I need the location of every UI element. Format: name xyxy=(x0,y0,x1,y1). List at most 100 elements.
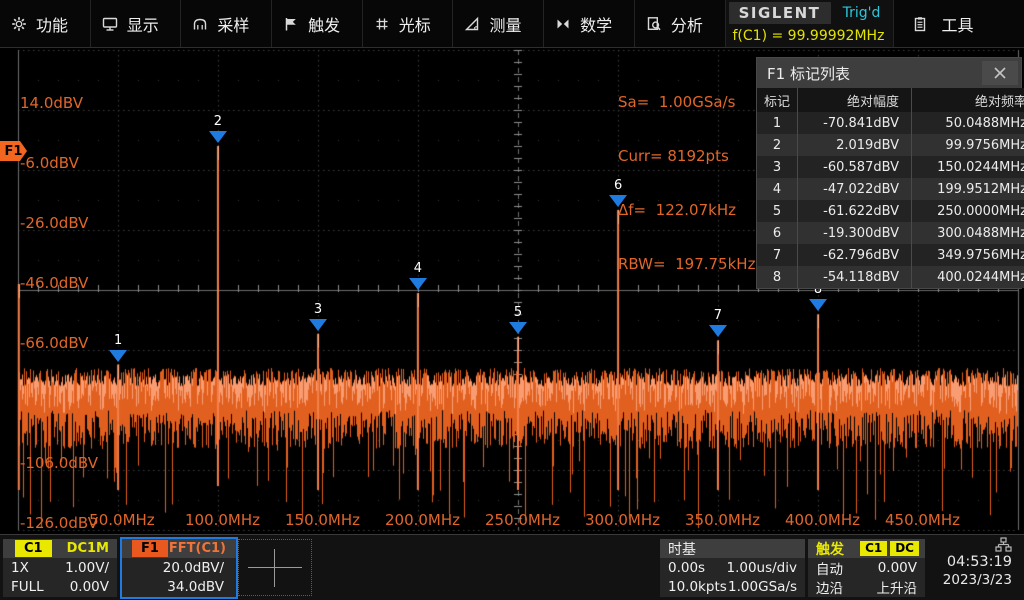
cursor-icon xyxy=(374,16,390,32)
menu-item-label: 光标 xyxy=(399,12,431,36)
menu-item-display[interactable]: 显示 xyxy=(91,0,182,47)
siglent-logo: SIGLENT xyxy=(729,2,831,24)
tools-icon xyxy=(912,16,928,32)
f1-badge: F1 xyxy=(132,540,168,557)
menu-item-trigger[interactable]: 触发 xyxy=(272,0,363,47)
marker-amplitude-cell: -62.796dBV xyxy=(798,244,912,266)
timebase-points: 10.0kpts xyxy=(668,579,727,595)
marker-number-cell: 6 xyxy=(757,222,798,244)
add-trace-panel[interactable] xyxy=(238,539,312,596)
marker-number-cell: 7 xyxy=(757,244,798,266)
acquisition-info-panel: Sa= 1.00GSa/s Curr= 8192pts Δf= 122.07kH… xyxy=(618,57,755,309)
marker-amplitude-cell: -19.300dBV xyxy=(798,222,912,244)
marker-table-row[interactable]: 1-70.841dBV50.0488MHz xyxy=(757,112,1024,134)
marker-frequency-cell: 50.0488MHz xyxy=(912,112,1024,134)
c1-coupling: DC1M xyxy=(67,541,109,556)
clock-panel[interactable]: 04:53:19 2023/3/23 xyxy=(928,537,1020,599)
marker-number: 2 xyxy=(206,114,230,129)
marker-arrow-icon xyxy=(609,195,627,207)
clock-date: 2023/3/23 xyxy=(943,572,1012,588)
marker-table-row[interactable]: 5-61.622dBV250.0000MHz xyxy=(757,200,1024,222)
marker-table-row[interactable]: 7-62.796dBV349.9756MHz xyxy=(757,244,1024,266)
sampling-icon xyxy=(192,16,208,32)
marker-number: 7 xyxy=(706,308,730,323)
menu-item-analysis[interactable]: 分析 xyxy=(635,0,726,47)
marker-arrow-icon xyxy=(809,299,827,311)
marker-number: 4 xyxy=(406,261,430,276)
marker-table-header-marker: 标记 xyxy=(757,88,798,112)
menu-item-cursor[interactable]: 光标 xyxy=(363,0,454,47)
menu-item-acquire[interactable]: 采样 xyxy=(181,0,272,47)
menu-item-label: 分析 xyxy=(671,12,703,36)
menu-item-label: 工具 xyxy=(942,12,974,36)
marker-number-cell: 3 xyxy=(757,156,798,178)
marker-number: 3 xyxy=(306,302,330,317)
marker-number-cell: 1 xyxy=(757,112,798,134)
f1-function: FFT(C1) xyxy=(169,541,226,556)
c1-badge: C1 xyxy=(15,540,52,557)
marker-number-cell: 5 xyxy=(757,200,798,222)
marker-table-row[interactable]: 3-60.587dBV150.0244MHz xyxy=(757,156,1024,178)
marker-arrow-icon xyxy=(309,319,327,331)
delta-f-readout: Δf= 122.07kHz xyxy=(618,201,755,219)
marker-amplitude-cell: -60.587dBV xyxy=(798,156,912,178)
marker-arrow-icon xyxy=(709,325,727,337)
rbw-readout: RBW= 197.75kHz xyxy=(618,255,755,273)
gear-icon xyxy=(11,16,27,32)
trigger-mode: 自动 xyxy=(816,558,843,578)
menu-item-tools[interactable]: 工具 xyxy=(894,0,1024,47)
frequency-readout: f(C1) = 99.99992MHz xyxy=(726,25,893,46)
marker-arrow-icon xyxy=(509,322,527,334)
timebase-title: 时基 xyxy=(668,539,696,559)
menu-item-label: 测量 xyxy=(489,12,521,36)
marker-table-row[interactable]: 22.019dBV99.9756MHz xyxy=(757,134,1024,156)
marker-amplitude-cell: 2.019dBV xyxy=(798,134,912,156)
marker-table-header-frequency: 绝对频率 xyxy=(912,88,1024,112)
trigger-type: 边沿 xyxy=(816,577,843,597)
marker-arrow-icon xyxy=(409,278,427,290)
marker-number: 5 xyxy=(506,305,530,320)
channel-c1-panel[interactable]: C1 DC1M 1X 1.00V/ FULL 0.00V xyxy=(3,539,117,597)
marker-frequency-cell: 99.9756MHz xyxy=(912,134,1024,156)
menu-item-label: 采样 xyxy=(217,12,249,36)
network-icon xyxy=(995,537,1012,552)
add-trace-icon xyxy=(248,549,302,587)
c1-bandwidth: FULL xyxy=(11,579,44,595)
status-bar: C1 DC1M 1X 1.00V/ FULL 0.00V F1 FFT(C1) … xyxy=(0,534,1024,600)
marker-arrow-icon xyxy=(109,350,127,362)
sample-rate-readout: Sa= 1.00GSa/s xyxy=(618,93,755,111)
marker-frequency-cell: 199.9512MHz xyxy=(912,178,1024,200)
oscilloscope-screen: 功能 显示 采样 触发 光标 测量 数学 分析 xyxy=(0,0,1024,600)
menu-item-function[interactable]: 功能 xyxy=(0,0,91,47)
marker-table-row[interactable]: 6-19.300dBV300.0488MHz xyxy=(757,222,1024,244)
brand-block: SIGLENT Trig'd f(C1) = 99.99992MHz xyxy=(726,0,894,47)
trigger-level: 0.00V xyxy=(878,560,917,576)
marker-table-row[interactable]: 8-54.118dBV400.0244MHz xyxy=(757,266,1024,288)
marker-arrow-icon xyxy=(209,131,227,143)
trigger-slope: 上升沿 xyxy=(877,577,918,597)
marker-table-row[interactable]: 4-47.022dBV199.9512MHz xyxy=(757,178,1024,200)
f1-scale: 20.0dBV/ xyxy=(163,560,224,576)
marker-amplitude-cell: -47.022dBV xyxy=(798,178,912,200)
marker-number-cell: 8 xyxy=(757,266,798,288)
math-f1-panel[interactable]: F1 FFT(C1) 20.0dBV/ 34.0dBV xyxy=(120,537,238,599)
menu-item-measure[interactable]: 测量 xyxy=(453,0,544,47)
trigger-title: 触发 xyxy=(816,539,844,559)
points-readout: Curr= 8192pts xyxy=(618,147,755,165)
marker-frequency-cell: 300.0488MHz xyxy=(912,222,1024,244)
marker-list-panel: F1 标记列表 标记 绝对幅度 绝对频率 1-70.841dBV50.0488M… xyxy=(756,57,1022,289)
c1-offset: 0.00V xyxy=(70,579,109,595)
marker-amplitude-cell: -70.841dBV xyxy=(798,112,912,134)
trigger-panel[interactable]: 触发 C1 DC 自动 0.00V 边沿 上升沿 xyxy=(808,539,925,597)
close-icon[interactable] xyxy=(982,61,1018,85)
timebase-panel[interactable]: 时基 0.00s 1.00us/div 10.0kpts 1.00GSa/s xyxy=(660,539,805,597)
math-icon xyxy=(555,16,571,32)
marker-list-title: F1 标记列表 xyxy=(757,63,982,84)
trigger-coupling-badge: DC xyxy=(890,541,919,556)
trigger-status: Trig'd xyxy=(831,0,893,25)
menu-item-math[interactable]: 数学 xyxy=(544,0,635,47)
c1-probe: 1X xyxy=(11,560,29,576)
marker-frequency-cell: 150.0244MHz xyxy=(912,156,1024,178)
marker-frequency-cell: 250.0000MHz xyxy=(912,200,1024,222)
trigger-flag-icon xyxy=(283,16,299,32)
